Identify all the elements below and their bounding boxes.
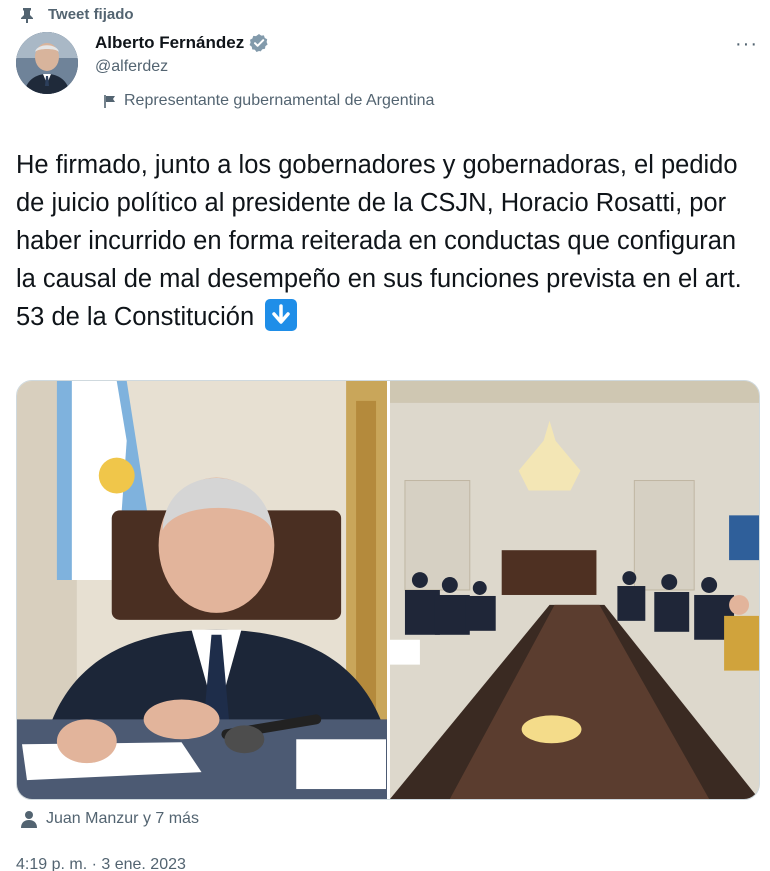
avatar[interactable] [16,32,78,94]
flag-icon [104,94,115,108]
person-icon [21,811,37,828]
tweet-text: He firmado, junto a los gobernadores y g… [16,146,756,336]
down-arrow-emoji-icon [265,299,298,331]
pin-icon [21,7,33,23]
government-label[interactable]: Representante gubernamental de Argentina [103,92,434,110]
tagged-users[interactable]: Juan Manzur y 7 más [20,810,199,828]
media-photo-meeting[interactable] [390,381,759,799]
tweet-text-body: He firmado, junto a los gobernadores y g… [16,151,742,331]
timestamp[interactable]: 4:19 p. m. · 3 ene. 2023 [16,856,186,871]
pinned-label: Tweet fijado [48,6,134,23]
author-block: Alberto Fernández @alferdez [95,32,269,76]
tweet: Tweet fijado Alberto Fernández @alferdez… [0,0,770,871]
media-photo-signing[interactable] [17,381,387,799]
media-grid [16,380,760,800]
verified-badge-icon [249,34,268,52]
tagged-users-text: Juan Manzur y 7 más [46,810,199,827]
author-handle[interactable]: @alferdez [95,58,269,76]
more-options-icon[interactable]: ··· [735,34,758,54]
pinned-indicator: Tweet fijado [20,6,134,23]
author-name[interactable]: Alberto Fernández [95,32,244,54]
government-label-text: Representante gubernamental de Argentina [124,92,435,109]
